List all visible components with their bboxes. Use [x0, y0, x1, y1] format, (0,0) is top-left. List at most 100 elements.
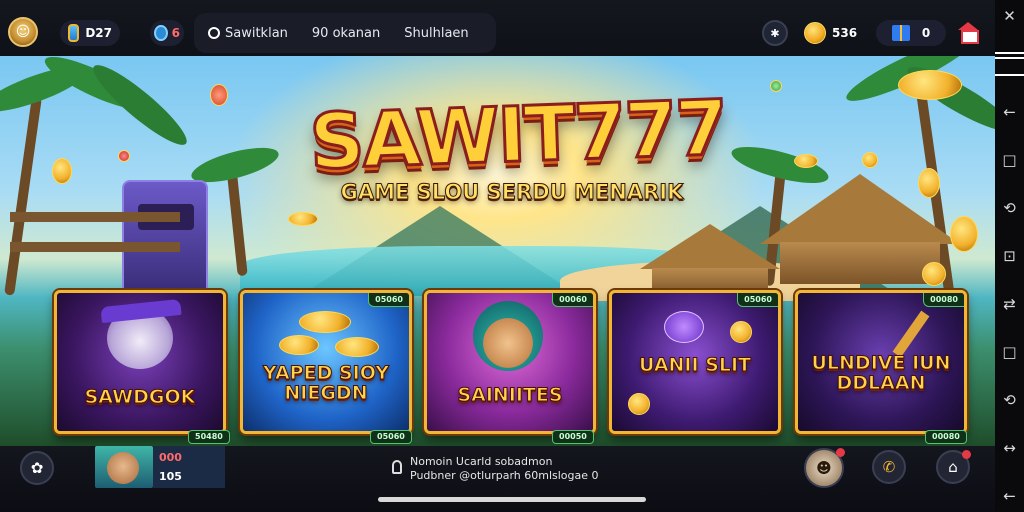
phone-button[interactable]: ✆: [872, 450, 906, 484]
refresh-icon[interactable]: ⟲: [995, 388, 1024, 412]
coin-decoration: [730, 321, 752, 343]
game-card-3-footer-badge: 00050: [552, 430, 594, 444]
notice-line-2: Pudbner @otlurparh 60mlslogae 0: [410, 469, 599, 482]
user-avatar[interactable]: ☺: [8, 17, 38, 47]
system-side-nav: ✕ ← □ ⟲ ⊡ ⇄ □ ⟲ ↔ ←: [995, 0, 1024, 512]
coin-icon: [804, 22, 826, 44]
game-card-2-badge: 05060: [368, 293, 409, 307]
tab-3-label: Shulhlaen: [404, 25, 469, 41]
coin-chip[interactable]: 536: [804, 20, 857, 46]
game-card-4-title: UANII SLIT: [638, 354, 752, 376]
gear-icon: ✱: [770, 26, 780, 40]
tab-1-icon: [208, 27, 220, 39]
home-icon: [958, 22, 979, 44]
game-card-4[interactable]: 05060 UANII SLIT: [609, 290, 781, 434]
home-indicator-bar[interactable]: [378, 497, 646, 502]
game-card-3[interactable]: 00060 SAINIITES: [424, 290, 596, 434]
game-card-4-badge: 05060: [737, 293, 778, 307]
coin-stack-icon: [335, 337, 379, 357]
character-face-icon: ☻: [816, 459, 832, 477]
game-tagline: GAME SLOU SERDU MENARIK: [340, 180, 684, 205]
hamburger-icon: [995, 52, 1024, 76]
character-mascot-icon: [473, 301, 543, 371]
coin-decoration: [118, 150, 130, 162]
swap-icon[interactable]: ⇄: [995, 292, 1024, 316]
game-card-5[interactable]: 00080 ULNDIVE IUN DDLAAN: [795, 290, 967, 434]
expand-icon[interactable]: ↔: [995, 436, 1024, 460]
coin-decoration: [794, 154, 818, 168]
coin-decoration: [950, 216, 978, 252]
coin-decoration: [52, 158, 72, 184]
game-card-1-footer-badge: 50480: [188, 430, 230, 444]
game-card-2[interactable]: 05060 YAPED SIOY NIEGDN: [240, 290, 412, 434]
home-button[interactable]: [958, 22, 979, 44]
tab-2-label: 90 okanan: [311, 25, 381, 41]
gift-count: 0: [921, 26, 931, 40]
coin-stack-icon: [299, 311, 351, 333]
fence-rail: [10, 242, 180, 252]
tab-3[interactable]: Shulhlaen: [404, 26, 468, 41]
menu-button[interactable]: [995, 52, 1024, 76]
settings-button[interactable]: ✱: [762, 20, 788, 46]
phone-icon: ✆: [882, 458, 896, 476]
square-icon[interactable]: □: [995, 148, 1024, 172]
coin-decoration: [770, 80, 782, 92]
fence-rail: [10, 212, 180, 222]
fullscreen-icon[interactable]: ⊡: [995, 244, 1024, 268]
notice-icon: [392, 460, 402, 474]
game-card-3-badge: 00060: [552, 293, 593, 307]
game-card-3-title: SAINIITES: [457, 384, 563, 406]
tab-2[interactable]: 90 okanan: [312, 26, 380, 41]
notification-count: 6: [171, 26, 180, 40]
game-logo: SAWIT777: [307, 81, 730, 187]
shop-icon: ⌂: [948, 458, 958, 476]
menu-flower-button[interactable]: ✿: [20, 451, 54, 485]
player-stat-2: 105: [159, 470, 182, 483]
nav-back-icon[interactable]: ←: [995, 484, 1024, 508]
coin-decoration: [210, 84, 228, 106]
coin-decoration: [288, 212, 318, 226]
wallet-icon: [68, 24, 80, 42]
notification-icon: [154, 25, 168, 41]
game-card-row: SAWDGOK 05060 YAPED SIOY NIEGDN 00060 SA…: [0, 290, 995, 446]
hero-banner: SAWIT777 GAME SLOU SERDU MENARIK SAWDGOK…: [0, 56, 995, 446]
flower-icon: ✿: [30, 459, 44, 477]
coin-decoration: [898, 70, 962, 100]
top-status-bar: ☺ D27 6 Sawitklan 90 okanan Shulhlaen ✱ …: [0, 0, 995, 56]
palm-trunk: [226, 165, 248, 277]
back-icon[interactable]: ←: [995, 100, 1024, 124]
coin-decoration: [918, 168, 940, 198]
coin-decoration: [628, 393, 650, 415]
notification-dot: [836, 448, 845, 457]
game-card-2-title: YAPED SIOY NIEGDN: [263, 362, 390, 404]
game-card-2-footer-badge: 05060: [370, 430, 412, 444]
player-avatar[interactable]: [95, 446, 153, 488]
player-stat-1: 000: [159, 451, 182, 464]
slot-machine-prop: [122, 180, 208, 292]
potion-icon: [664, 311, 704, 343]
bottom-bar: ✿ 000 105 Nomoin Ucarld sobadmon Pudbner…: [0, 446, 995, 512]
notice-text: Nomoin Ucarld sobadmon Pudbner @otlurpar…: [410, 455, 670, 483]
gift-chip[interactable]: 0: [876, 20, 946, 46]
player-stats: 000 105: [153, 446, 225, 488]
game-card-5-footer-badge: 00080: [925, 430, 967, 444]
palm-trunk: [4, 96, 42, 296]
palm-leaf: [85, 56, 195, 154]
game-card-1-title: SAWDGOK: [84, 386, 196, 408]
top-tabs: Sawitklan 90 okanan Shulhlaen: [194, 13, 496, 53]
notice-line-1: Nomoin Ucarld sobadmon: [410, 455, 553, 468]
rotate-icon[interactable]: ⟲: [995, 196, 1024, 220]
tab-1[interactable]: Sawitklan: [208, 26, 288, 41]
close-icon[interactable]: ✕: [995, 4, 1024, 28]
hut-roof: [640, 224, 780, 269]
notification-chip[interactable]: 6: [150, 20, 184, 46]
hut-body: [780, 242, 940, 284]
recents-icon[interactable]: □: [995, 340, 1024, 364]
notification-dot: [962, 450, 971, 459]
coin-decoration: [862, 152, 878, 168]
game-card-1[interactable]: SAWDGOK: [54, 290, 226, 434]
balance-value: D27: [85, 26, 112, 40]
balance-chip[interactable]: D27: [60, 20, 120, 46]
tab-1-label: Sawitklan: [225, 25, 288, 41]
gift-icon: [891, 25, 910, 41]
